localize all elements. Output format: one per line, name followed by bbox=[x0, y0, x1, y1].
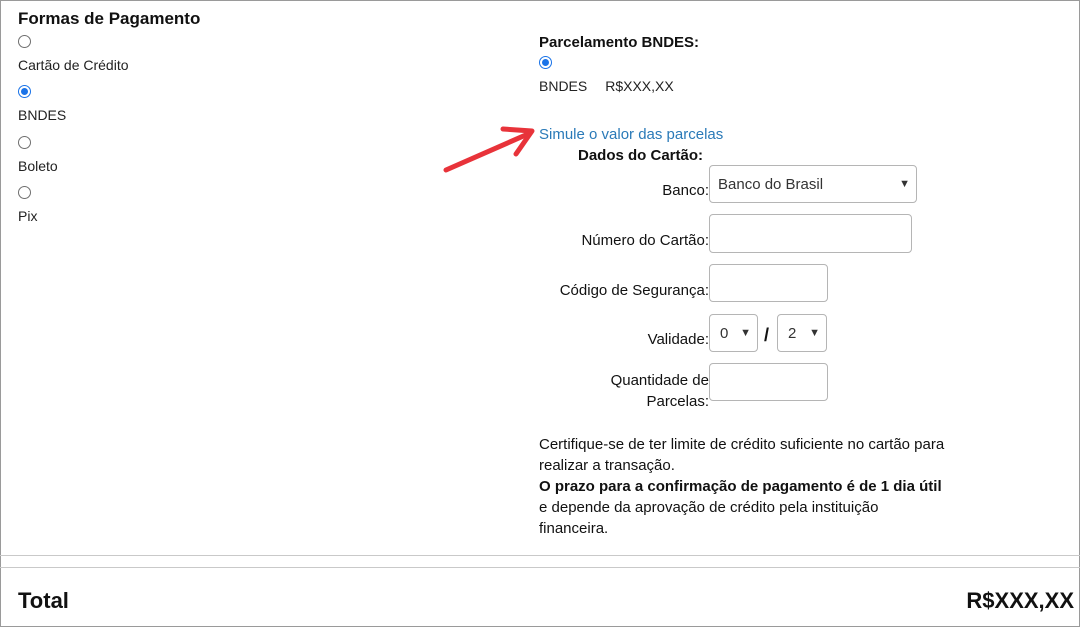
notice-bold-text: O prazo para a confirmação de pagamento … bbox=[539, 478, 942, 495]
annotation-arrow-icon bbox=[443, 126, 535, 173]
radio-boleto[interactable] bbox=[18, 136, 31, 149]
payment-option-credit-card[interactable]: Cartão de Crédito bbox=[18, 35, 129, 73]
divider bbox=[0, 555, 1080, 556]
card-number-label: Número do Cartão: bbox=[581, 232, 709, 249]
notice-rest-text: e depende da aprovação de crédito pela i… bbox=[539, 499, 879, 537]
security-code-label: Código de Segurança: bbox=[559, 282, 709, 299]
security-code-input[interactable] bbox=[709, 264, 828, 302]
card-data-title: Dados do Cartão: bbox=[578, 147, 704, 164]
payment-methods-title: Formas de Pagamento bbox=[18, 9, 201, 28]
radio-credit-card[interactable] bbox=[18, 35, 31, 48]
bank-label: Banco: bbox=[662, 182, 709, 199]
radio-bndes-installment[interactable] bbox=[539, 56, 552, 69]
chevron-down-icon: ▼ bbox=[899, 178, 910, 190]
payment-option-label: Pix bbox=[18, 208, 38, 224]
payment-option-boleto[interactable]: Boleto bbox=[18, 136, 58, 174]
chevron-down-icon: ▼ bbox=[809, 327, 820, 339]
installments-label-line2: Parcelas: bbox=[646, 393, 709, 410]
bndes-installment-option[interactable] bbox=[539, 56, 552, 69]
payment-option-bndes[interactable]: BNDES bbox=[18, 85, 66, 123]
bndes-installment-row: BNDES R$XXX,XX bbox=[539, 78, 674, 94]
bank-select-value: Banco do Brasil bbox=[718, 175, 824, 193]
total-value: R$XXX,XX bbox=[966, 588, 1074, 613]
payment-option-label: Cartão de Crédito bbox=[18, 57, 129, 73]
card-number-input[interactable] bbox=[709, 214, 912, 253]
bndes-option-label: BNDES bbox=[539, 78, 588, 94]
radio-bndes[interactable] bbox=[18, 85, 31, 98]
validity-separator: / bbox=[764, 325, 770, 345]
installments-label: Quantidade de Parcelas: bbox=[519, 370, 709, 412]
chevron-down-icon: ▼ bbox=[740, 327, 751, 339]
validity-month-select[interactable]: 0 ▼ bbox=[709, 314, 758, 352]
simulate-installments-link[interactable]: Simule o valor das parcelas bbox=[539, 126, 723, 143]
total-label: Total bbox=[18, 588, 69, 613]
radio-pix[interactable] bbox=[18, 186, 31, 199]
payment-option-pix[interactable]: Pix bbox=[18, 186, 37, 224]
installments-input[interactable] bbox=[709, 363, 828, 401]
validity-month-value: 0 bbox=[720, 324, 729, 342]
validity-label: Validade: bbox=[647, 331, 709, 348]
payment-option-label: Boleto bbox=[18, 158, 58, 174]
notice-text: Certifique-se de ter limite de crédito s… bbox=[539, 436, 945, 474]
credit-notice: Certifique-se de ter limite de crédito s… bbox=[539, 434, 949, 539]
bndes-option-price: R$XXX,XX bbox=[605, 78, 674, 94]
divider bbox=[0, 567, 1080, 568]
validity-year-select[interactable]: 2 ▼ bbox=[777, 314, 827, 352]
bndes-installment-title: Parcelamento BNDES: bbox=[539, 34, 700, 51]
installments-label-line1: Quantidade de bbox=[610, 372, 709, 389]
payment-option-label: BNDES bbox=[18, 107, 67, 123]
validity-year-value: 2 bbox=[788, 324, 797, 342]
bank-select[interactable]: Banco do Brasil ▼ bbox=[709, 165, 917, 203]
